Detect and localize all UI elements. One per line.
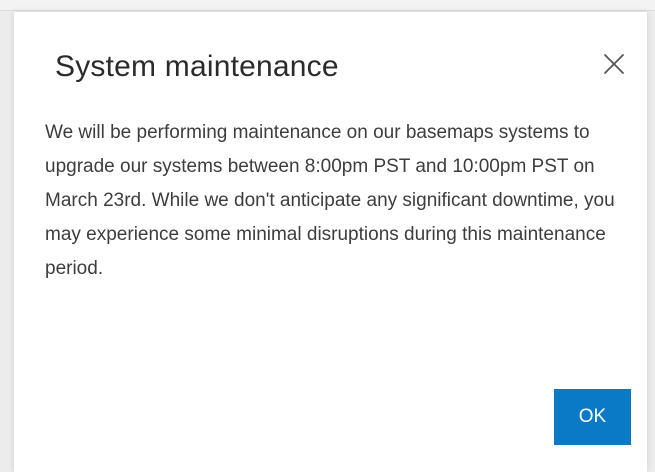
top-strip bbox=[0, 0, 655, 11]
ok-button[interactable]: OK bbox=[554, 389, 631, 445]
dialog-title: System maintenance bbox=[55, 50, 339, 83]
close-button[interactable] bbox=[599, 49, 629, 79]
close-icon bbox=[604, 54, 624, 74]
dialog-message: We will be performing maintenance on our… bbox=[45, 122, 615, 279]
maintenance-dialog: System maintenance We will be performing… bbox=[14, 12, 647, 472]
